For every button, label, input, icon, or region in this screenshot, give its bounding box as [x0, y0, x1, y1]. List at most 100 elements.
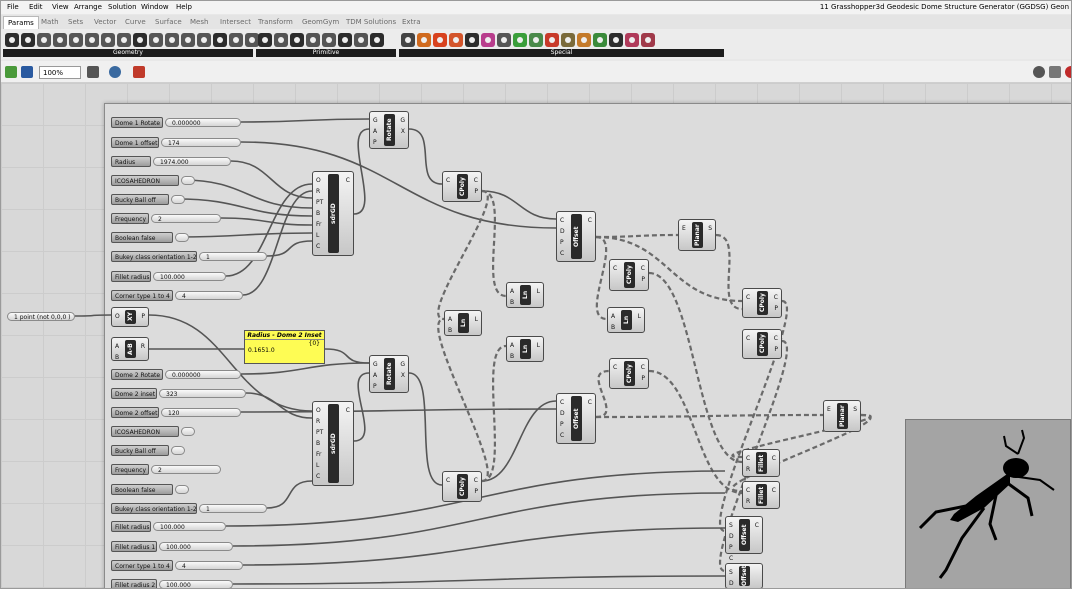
slider-value[interactable]	[175, 485, 189, 494]
sketch-pen-icon[interactable]	[133, 66, 145, 78]
component-17[interactable]: O R PT B Fr L C sdrGD C	[312, 401, 354, 486]
output-ports[interactable]: L	[638, 311, 641, 322]
shader-param-icon[interactable]	[370, 33, 384, 47]
tab-geomgym[interactable]: GeomGym	[302, 18, 339, 26]
input-ports[interactable]: G A P	[373, 359, 378, 392]
button-icon[interactable]	[449, 33, 463, 47]
slider-19[interactable]: Bukey class orientation 1-2 1	[111, 503, 267, 514]
tab-mesh[interactable]: Mesh	[190, 18, 208, 26]
output-ports[interactable]: C	[588, 215, 592, 226]
output-ports[interactable]: L	[537, 340, 540, 351]
grasshopper-canvas[interactable]: Dome 1 Rotate 0.000000 Dome 1 offset 174 Rad…	[1, 83, 1071, 588]
data-recorder-icon[interactable]	[593, 33, 607, 47]
control-knob-icon[interactable]	[625, 33, 639, 47]
component-4[interactable]: C D P C Offset C	[556, 211, 596, 262]
slider-9[interactable]: Fillet radius 100.000	[111, 271, 226, 282]
integer-param-icon[interactable]	[338, 33, 352, 47]
component-19[interactable]: E Planar S	[823, 400, 861, 432]
tab-intersect[interactable]: Intersect	[220, 18, 251, 26]
toggle-icon[interactable]	[433, 33, 447, 47]
complex-param-icon[interactable]	[290, 33, 304, 47]
input-ports[interactable]: C	[746, 292, 750, 303]
slider-4[interactable]: ICOSAHEDRON	[111, 175, 195, 186]
component-15[interactable]: G A P Rotate G X	[369, 355, 409, 393]
slider-value[interactable]: 323	[159, 389, 246, 398]
slider-11[interactable]: 1 point (not 0,0,0 )	[7, 311, 75, 322]
group-param-icon[interactable]	[101, 33, 115, 47]
component-21[interactable]: C R Fillet C	[742, 449, 780, 477]
slider-22[interactable]: Corner type 1 to 44	[111, 560, 243, 571]
save-icon[interactable]	[21, 66, 33, 78]
component-16[interactable]: C CPoly C P	[609, 358, 649, 389]
input-ports[interactable]: A B	[448, 314, 452, 336]
tab-transform[interactable]: Transform	[258, 18, 293, 26]
slider-17[interactable]: Frequency 2	[111, 464, 221, 475]
component-5[interactable]: E Planar S	[678, 219, 716, 251]
slider-value[interactable]: 100.000	[159, 580, 233, 588]
radius-panel[interactable]: Radius - Dome 2 Inset {0} 0.1651.0	[244, 330, 325, 364]
menu-view[interactable]: View	[52, 3, 69, 11]
slider-12[interactable]: Dome 2 Rotate 0.000000	[111, 369, 241, 380]
component-24[interactable]: S D Offset	[725, 563, 763, 588]
slider-16[interactable]: Bucky Ball off	[111, 445, 185, 456]
slider-value[interactable]: 1974.000	[153, 157, 231, 166]
output-ports[interactable]: P	[141, 311, 145, 322]
preview-wire-icon[interactable]	[1049, 66, 1061, 78]
input-ports[interactable]: C	[746, 333, 750, 344]
menu-file[interactable]: File	[7, 3, 19, 11]
input-ports[interactable]: C R	[746, 485, 750, 507]
colour-param-icon[interactable]	[274, 33, 288, 47]
colour-swatch-icon[interactable]	[545, 33, 559, 47]
output-ports[interactable]: C P	[641, 362, 645, 384]
circle-param-icon[interactable]	[37, 33, 51, 47]
tab-extra[interactable]: Extra	[402, 18, 420, 26]
slider-1[interactable]: Dome 1 Rotate 0.000000	[111, 117, 241, 128]
slider-value[interactable]	[181, 427, 195, 436]
output-ports[interactable]: C P	[474, 175, 478, 197]
slider-13[interactable]: Dome 2 inset 323	[111, 388, 246, 399]
output-ports[interactable]: G X	[400, 359, 405, 381]
mesh-face-param-icon[interactable]	[149, 33, 163, 47]
slider-15[interactable]: ICOSAHEDRON	[111, 426, 195, 437]
open-file-icon[interactable]	[5, 66, 17, 78]
pipeline-icon[interactable]	[609, 33, 623, 47]
menu-edit[interactable]: Edit	[29, 3, 43, 11]
menu-solution[interactable]: Solution	[108, 3, 137, 11]
slider-5[interactable]: Bucky Ball off	[111, 194, 185, 205]
point-param-icon[interactable]	[181, 33, 195, 47]
component-2[interactable]: O R PT B Fr L C sdrGD C	[312, 171, 354, 256]
line-param-icon[interactable]	[117, 33, 131, 47]
input-ports[interactable]: C D P C	[560, 397, 565, 441]
slider-18[interactable]: Boolean false	[111, 484, 189, 495]
slider-icon[interactable]	[401, 33, 415, 47]
slider-20[interactable]: Fillet radius 100.000	[111, 521, 226, 532]
output-ports[interactable]: C P	[474, 475, 478, 497]
slider-value[interactable]: 2	[151, 214, 221, 223]
slider-value[interactable]: 100.000	[153, 522, 226, 531]
output-ports[interactable]: C	[755, 520, 759, 531]
tab-params[interactable]: Params	[3, 16, 39, 29]
menu-help[interactable]: Help	[176, 3, 192, 11]
zoom-select[interactable]: 100%	[39, 66, 81, 79]
slider-value[interactable]: 0.000000	[165, 118, 241, 127]
brep-param-icon[interactable]	[21, 33, 35, 47]
rectangle-param-icon[interactable]	[197, 33, 211, 47]
slider-value[interactable]: 100.000	[159, 542, 233, 551]
slider-value[interactable]	[181, 176, 195, 185]
preview-eye-icon[interactable]	[109, 66, 121, 78]
component-10[interactable]: A B Ln L	[444, 310, 482, 336]
input-ports[interactable]: A B	[510, 340, 514, 362]
gradient-icon[interactable]	[481, 33, 495, 47]
component-8[interactable]: C CPoly C P	[742, 288, 782, 318]
component-11[interactable]: A B Ln L	[607, 307, 645, 333]
input-ports[interactable]: C R	[746, 453, 750, 475]
slider-2[interactable]: Dome 1 offset 174	[111, 137, 241, 148]
input-ports[interactable]: E	[682, 223, 686, 234]
slider-6[interactable]: Frequency 2	[111, 213, 221, 224]
mesh-param-icon[interactable]	[133, 33, 147, 47]
slider-value[interactable]: 4	[175, 561, 243, 570]
md-slider-icon[interactable]	[529, 33, 543, 47]
menu-arrange[interactable]: Arrange	[74, 3, 102, 11]
output-ports[interactable]: L	[537, 286, 540, 297]
tab-curve[interactable]: Curve	[125, 18, 146, 26]
